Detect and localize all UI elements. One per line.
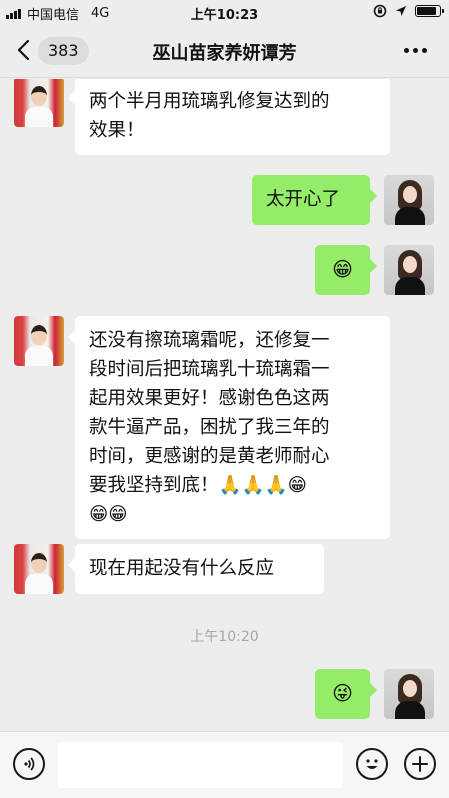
my-avatar[interactable] (384, 669, 434, 719)
voice-input-button[interactable] (13, 748, 45, 780)
chat-title: 巫山苗家养妍谭芳 (152, 43, 297, 64)
message-bubble-left[interactable]: 现在用起没有什么反应 (68, 544, 324, 594)
emoji-button[interactable] (356, 748, 388, 780)
chat-screen: 中国电信 4G 上午10:23 383 巫山苗家养妍谭芳 两个半月用琉璃乳修复达… (0, 0, 449, 798)
message-bubble-left[interactable]: 还没有擦琉璃霜呢，还修复一 段时间后把琉璃乳十琉璃霜一 起用效果更好！感谢色色这… (68, 316, 390, 539)
plus-icon (412, 756, 428, 772)
message-timestamp: 上午10:20 (190, 629, 259, 645)
status-bar: 中国电信 4G 上午10:23 (0, 0, 449, 24)
message-bubble-right[interactable]: 😜 (315, 669, 377, 719)
more-actions-button[interactable] (404, 748, 436, 780)
my-avatar[interactable] (384, 245, 434, 295)
smiley-icon (366, 759, 378, 769)
wink-tongue-emoji: 😜 (332, 681, 353, 705)
input-bar (0, 731, 449, 798)
location-icon (396, 6, 406, 16)
message-bubble-right[interactable]: 😁 (315, 245, 377, 295)
contact-avatar[interactable] (14, 316, 64, 366)
my-avatar[interactable] (384, 175, 434, 225)
nav-bar: 383 巫山苗家养妍谭芳 (0, 24, 449, 78)
message-bubble-right[interactable]: 太开心了 (252, 175, 377, 225)
message-bubble-left[interactable]: 两个半月用琉璃乳修复达到的 效果！ (68, 79, 390, 155)
battery-icon (415, 5, 444, 17)
more-options-icon[interactable] (404, 48, 427, 53)
rotation-lock-icon (373, 4, 387, 18)
contact-avatar[interactable] (14, 79, 64, 127)
grin-emoji: 😁 (332, 257, 353, 281)
message-list[interactable]: 两个半月用琉璃乳修复达到的 效果！ 太开心了 😁 还没有擦琉璃霜呢，还修复一 段… (0, 79, 449, 731)
message-input[interactable] (58, 742, 343, 788)
contact-avatar[interactable] (14, 544, 64, 594)
voice-icon (24, 757, 35, 771)
